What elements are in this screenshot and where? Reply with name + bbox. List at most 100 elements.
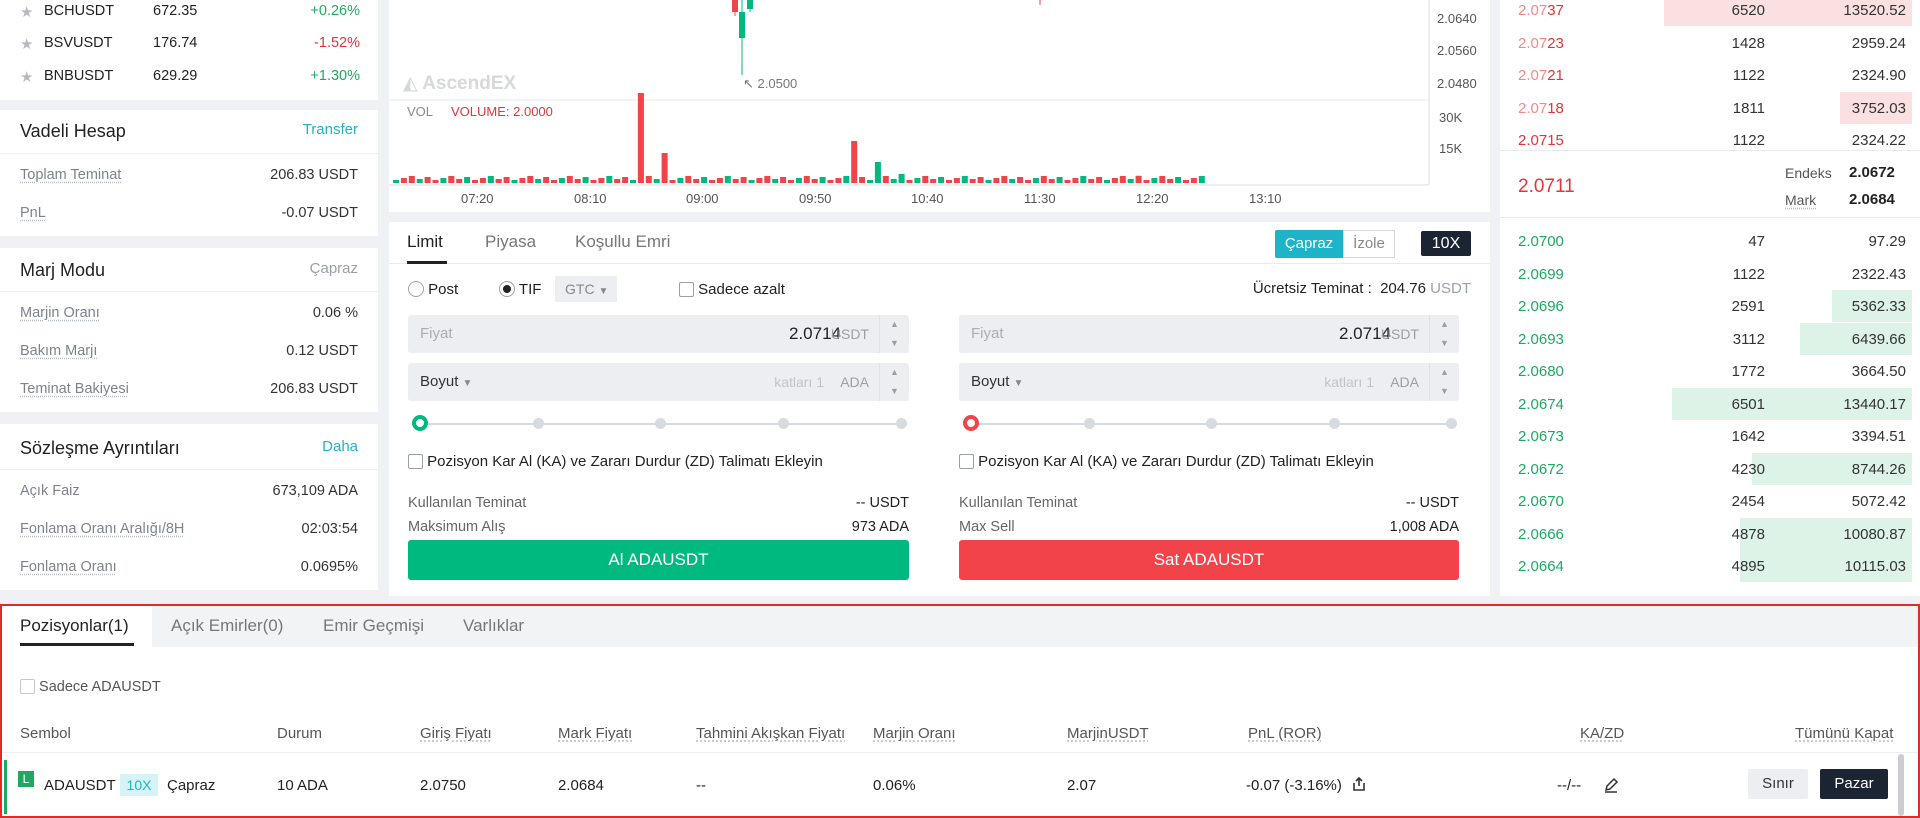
size-dropdown[interactable]: Boyut ▼	[420, 373, 472, 390]
sell-size-input[interactable]: Boyut ▼ katları 1 ADA ▲ ▼	[959, 363, 1459, 401]
market-close-button[interactable]: Pazar	[1820, 769, 1888, 799]
price-tick: 2.0560	[1437, 43, 1477, 58]
reduce-only-option[interactable]: Sadece azalt	[679, 281, 785, 298]
radio-icon[interactable]	[408, 281, 424, 297]
price-suffix: 93	[1547, 330, 1564, 348]
bid-row[interactable]: 2.0699 1122 2322.43	[1500, 258, 1920, 290]
bid-row[interactable]: 2.0700 47 97.29	[1500, 225, 1920, 257]
sell-size-slider[interactable]	[963, 415, 1457, 431]
tab-open-orders[interactable]: Açık Emirler(0)	[171, 616, 283, 636]
buy-price-input[interactable]: Fiyat 2.0714 USDT ▲ ▼	[408, 315, 909, 353]
tif-select[interactable]: GTC ▼	[555, 276, 617, 302]
chevron-down-icon[interactable]: ▼	[880, 334, 909, 353]
edit-icon[interactable]	[1603, 777, 1619, 793]
checkbox-icon[interactable]	[408, 454, 423, 469]
chart-canvas[interactable]	[389, 0, 1490, 212]
bid-row[interactable]: 2.0664 4895 10115.03	[1500, 550, 1920, 582]
bid-row[interactable]: 2.0674 6501 13440.17	[1500, 387, 1920, 420]
checkbox-icon[interactable]	[20, 679, 35, 694]
cross-mode-button[interactable]: Çapraz	[1275, 230, 1343, 258]
chevron-up-icon[interactable]: ▲	[1430, 363, 1459, 382]
tab-limit[interactable]: Limit	[407, 232, 443, 252]
slider-step[interactable]	[1206, 418, 1217, 429]
star-icon[interactable]: ★	[20, 35, 33, 53]
bid-row[interactable]: 2.0672 4230 8744.26	[1500, 452, 1920, 485]
star-icon[interactable]: ★	[20, 3, 33, 21]
ask-row[interactable]: 2.0718 1811 3752.03	[1500, 91, 1920, 124]
slider-handle[interactable]	[412, 415, 428, 431]
slider-handle[interactable]	[963, 415, 979, 431]
buy-size-slider[interactable]	[412, 415, 907, 431]
book-price: 2.0699	[1518, 266, 1564, 283]
sell-tpsl-option[interactable]: Pozisyon Kar Al (KA) ve Zararı Durdur (Z…	[959, 453, 1374, 470]
scrollbar[interactable]	[1898, 754, 1904, 816]
share-icon[interactable]	[1351, 776, 1367, 792]
more-link[interactable]: Daha	[322, 438, 358, 459]
tab-conditional[interactable]: Koşullu Emri	[575, 232, 670, 252]
position-leverage[interactable]: 10X	[120, 774, 158, 796]
tab-market[interactable]: Piyasa	[485, 232, 536, 252]
close-all-link[interactable]: Tümünü Kapat	[1795, 725, 1893, 742]
checkbox-icon[interactable]	[679, 282, 694, 297]
price-stepper[interactable]: ▲ ▼	[879, 315, 909, 353]
chevron-up-icon[interactable]: ▲	[1430, 315, 1459, 334]
slider-step[interactable]	[896, 418, 907, 429]
ask-row[interactable]: 2.0721 1122 2324.90	[1500, 59, 1920, 91]
bid-row[interactable]: 2.0693 3112 6439.66	[1500, 322, 1920, 355]
tif-option[interactable]: TIF	[499, 281, 541, 298]
ticker-row[interactable]: ★ BSVUSDT 176.74 -1.52%	[20, 35, 360, 55]
price-chart[interactable]: 2.0640 2.0560 2.0480 ↖ 2.0500 ◭ AscendEX…	[389, 0, 1490, 212]
bid-row[interactable]: 2.0696 2591 5362.33	[1500, 290, 1920, 322]
tab-order-history[interactable]: Emir Geçmişi	[323, 616, 424, 636]
row-label: Fonlama Oranı	[20, 559, 117, 575]
buy-button[interactable]: Al ADAUSDT	[408, 540, 909, 580]
chevron-down-icon[interactable]: ▼	[1430, 334, 1459, 353]
chevron-down-icon[interactable]: ▼	[880, 382, 909, 401]
sell-price-input[interactable]: Fiyat 2.0714 USDT ▲ ▼	[959, 315, 1459, 353]
positions-tabs-bar	[2, 606, 1918, 647]
candle	[732, 0, 738, 12]
bid-row[interactable]: 2.0666 4878 10080.87	[1500, 517, 1920, 550]
position-symbol[interactable]: ADAUSDT	[44, 777, 116, 794]
chevron-down-icon[interactable]: ▼	[1430, 382, 1459, 401]
vol-label: VOL	[407, 104, 434, 119]
ask-row[interactable]: 2.0723 1428 2959.24	[1500, 27, 1920, 59]
ticker-row[interactable]: ★ BNBUSDT 629.29 +1.30%	[20, 68, 360, 88]
post-option[interactable]: Post	[408, 281, 458, 298]
leverage-button[interactable]: 10X	[1421, 231, 1471, 256]
margin-mode-value[interactable]: Çapraz	[310, 260, 358, 281]
star-icon[interactable]: ★	[20, 68, 33, 86]
buy-tpsl-option[interactable]: Pozisyon Kar Al (KA) ve Zararı Durdur (Z…	[408, 453, 823, 470]
slider-step[interactable]	[655, 418, 666, 429]
size-stepper[interactable]: ▲ ▼	[879, 363, 909, 401]
isolated-mode-button[interactable]: İzole	[1343, 230, 1395, 258]
only-symbol-filter[interactable]: Sadece ADAUSDT	[20, 679, 161, 695]
slider-step[interactable]	[1446, 418, 1457, 429]
bid-row[interactable]: 2.0670 2454 5072.42	[1500, 485, 1920, 517]
ticker-row[interactable]: ★ BCHUSDT 672.35 +0.26%	[20, 3, 360, 23]
radio-selected-icon[interactable]	[499, 281, 515, 297]
transfer-link[interactable]: Transfer	[303, 121, 358, 142]
row-value: 206.83 USDT	[270, 167, 358, 183]
slider-step[interactable]	[1084, 418, 1095, 429]
slider-step[interactable]	[1329, 418, 1340, 429]
price-stepper[interactable]: ▲ ▼	[1429, 315, 1459, 353]
ask-row[interactable]: 2.0737 6520 13520.52	[1500, 0, 1920, 26]
buy-size-input[interactable]: Boyut ▼ katları 1 ADA ▲ ▼	[408, 363, 909, 401]
limit-close-button[interactable]: Sınır	[1748, 769, 1808, 799]
ask-row[interactable]: 2.0715 1122 2324.22	[1500, 124, 1920, 156]
volume-bar	[535, 179, 542, 183]
ticker-price: 672.35	[153, 3, 198, 19]
sell-button[interactable]: Sat ADAUSDT	[959, 540, 1459, 580]
slider-step[interactable]	[533, 418, 544, 429]
tab-assets[interactable]: Varlıklar	[463, 616, 524, 636]
slider-step[interactable]	[778, 418, 789, 429]
bid-row[interactable]: 2.0680 1772 3664.50	[1500, 355, 1920, 387]
bid-row[interactable]: 2.0673 1642 3394.51	[1500, 420, 1920, 452]
chevron-up-icon[interactable]: ▲	[880, 363, 909, 382]
size-stepper[interactable]: ▲ ▼	[1429, 363, 1459, 401]
checkbox-icon[interactable]	[959, 454, 974, 469]
tab-positions[interactable]: Pozisyonlar(1)	[20, 616, 129, 636]
size-dropdown[interactable]: Boyut ▼	[971, 373, 1023, 390]
chevron-up-icon[interactable]: ▲	[880, 315, 909, 334]
